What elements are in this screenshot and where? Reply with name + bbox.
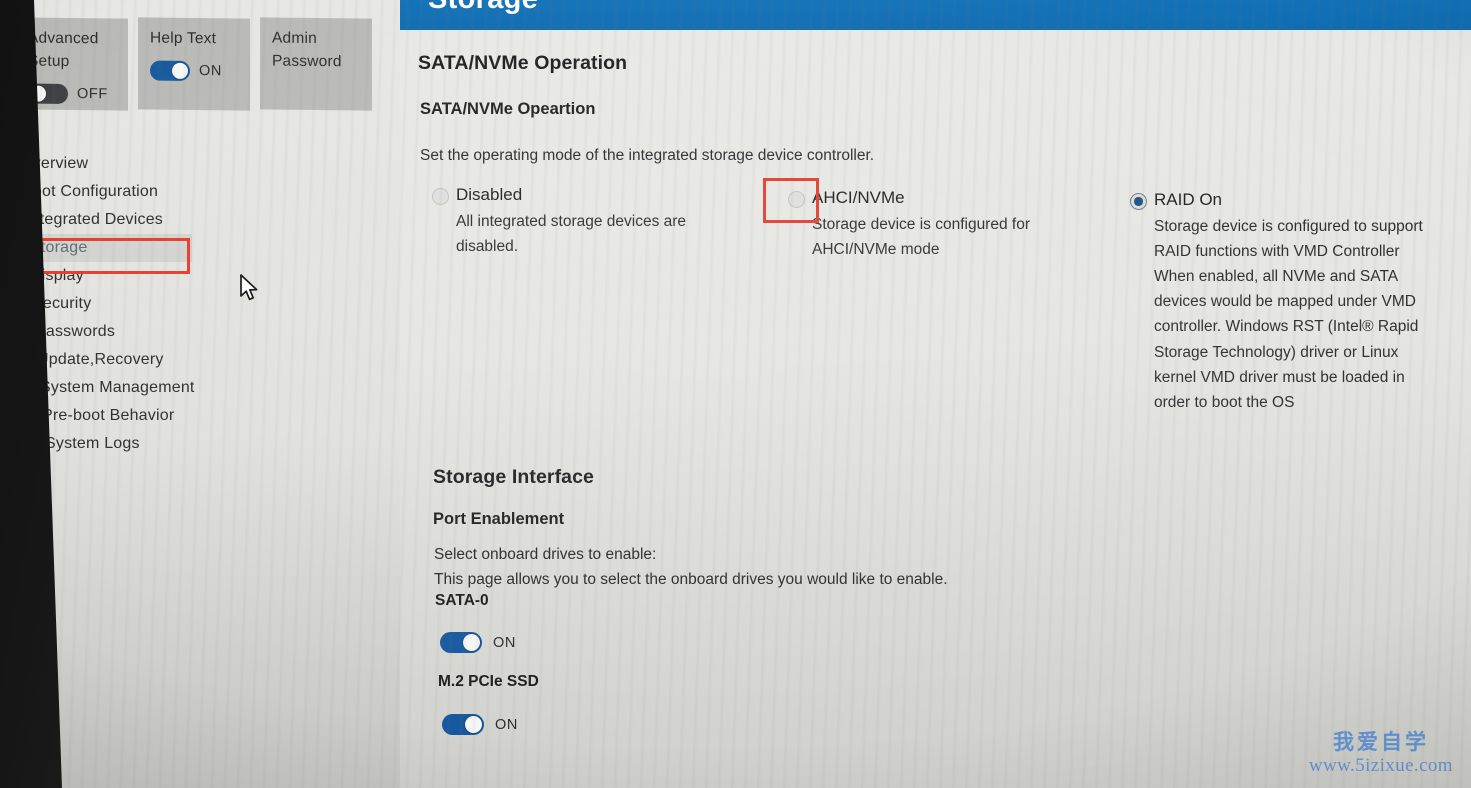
advanced-setup-label-line2: Setup [28,52,70,70]
radio-option-disabled-description: All integrated storage devices are disab… [456,213,687,256]
storage-interface-section-title: Storage Interface [433,466,595,488]
help-text-toggle-row[interactable]: ON [150,60,250,81]
bios-setup-screenshot: Advanced Setup OFF Help Text ON Admin Pa… [0,0,1471,788]
sata-nvme-operation-description: Set the operating mode of the integrated… [420,147,875,164]
help-text-toggle-switch[interactable] [150,60,190,81]
toggle-knob [172,62,188,79]
sidebar-item-system-management[interactable]: System Management [0,374,330,402]
radio-button-disabled-icon[interactable] [432,188,449,205]
help-text-card[interactable]: Help Text ON [138,17,250,111]
advanced-setup-toggle-row[interactable]: OFF [28,83,128,104]
port-toggle-m2-pcie-ssd-row[interactable]: ON [442,714,518,735]
sidebar-item-boot-configuration[interactable]: Boot Configuration [0,178,330,206]
page-header-bar: Storage [400,0,1471,30]
sidebar-item-integrated-devices[interactable]: Integrated Devices [0,206,330,234]
radio-option-raid-on-label: RAID On [1154,190,1223,209]
option-card-group: Advanced Setup OFF Help Text ON Admin Pa… [16,17,372,111]
sidebar-item-system-logs[interactable]: System Logs [0,430,330,458]
radio-button-ahci-nvme-icon[interactable] [788,191,805,208]
settings-nav-list: Overview Boot Configuration Integrated D… [0,150,330,458]
sata-nvme-operation-section-title: SATA/NVMe Operation [418,52,628,74]
sidebar-item-pre-boot-behavior[interactable]: Pre-boot Behavior [0,402,330,430]
advanced-setup-label-line1: Advanced [28,29,99,48]
help-text-toggle-state: ON [199,62,222,80]
advanced-setup-card[interactable]: Advanced Setup OFF [16,17,128,111]
advanced-setup-toggle-state: OFF [77,85,108,103]
sidebar-item-update-recovery[interactable]: Update,Recovery [0,346,330,374]
radio-option-disabled-label: Disabled [456,185,523,204]
admin-password-label-line1: Admin [272,29,317,48]
page-title: Storage [428,0,538,16]
radio-button-raid-on-icon[interactable] [1130,193,1147,210]
toggle-knob [463,634,480,651]
port-label-m2-pcie-ssd: M.2 PCIe SSD [438,673,539,690]
port-toggle-m2-pcie-ssd-state: ON [495,716,518,733]
port-toggle-sata-0-state: ON [493,634,516,651]
sata-nvme-operation-sub-title: SATA/NVMe Opeartion [420,100,596,118]
admin-password-card[interactable]: Admin Password [260,17,372,111]
admin-password-label-line2: Password [272,52,342,71]
help-text-label-line1: Help Text [150,29,217,48]
watermark-url: www.5izixue.com [1308,755,1453,777]
watermark: 我爱自学 www.5izixue.com [1309,729,1453,778]
mouse-cursor-icon [240,274,258,301]
left-navigation-panel: Advanced Setup OFF Help Text ON Admin Pa… [0,0,400,788]
radio-option-ahci-nvme-description: Storage device is configured for AHCI/NV… [812,216,1030,259]
toggle-knob [465,716,482,733]
advanced-setup-toggle-switch[interactable] [28,83,68,104]
main-content-panel: Storage SATA/NVMe Operation SATA/NVMe Op… [400,0,1471,788]
port-enablement-sub-title: Port Enablement [433,510,565,528]
sidebar-item-storage[interactable]: Storage [0,234,192,262]
port-toggle-sata-0-row[interactable]: ON [440,632,516,653]
port-toggle-m2-pcie-ssd-switch[interactable] [442,714,484,735]
port-label-sata-0: SATA-0 [435,592,489,609]
port-toggle-sata-0-switch[interactable] [440,632,482,653]
sidebar-item-display[interactable]: Display [0,262,330,290]
sidebar-item-security[interactable]: Security [0,290,330,318]
radio-option-raid-on-description: Storage device is configured to support … [1154,218,1423,411]
toggle-knob [30,85,46,102]
sidebar-item-passwords[interactable]: Passwords [0,318,330,346]
port-enablement-description: Select onboard drives to enable: This pa… [434,546,948,589]
radio-option-ahci-nvme-label: AHCI/NVMe [812,188,905,207]
watermark-chinese-text: 我爱自学 [1332,729,1429,754]
sidebar-item-overview[interactable]: Overview [0,150,330,178]
content-body: SATA/NVMe Operation SATA/NVMe Opeartion … [400,30,1471,788]
